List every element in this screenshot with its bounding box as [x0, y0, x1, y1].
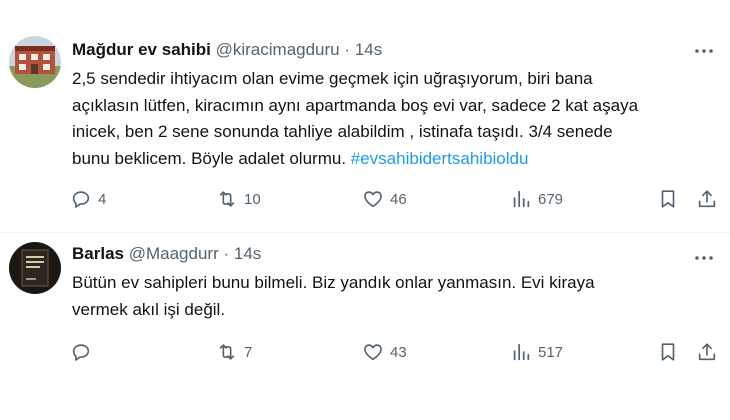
tweet-text-line: vermek akıl işi değil.: [72, 299, 226, 319]
retweet-button[interactable]: 10: [216, 186, 261, 212]
tweet-text-line: Bütün ev sahipleri bunu bilmeli. Biz yan…: [72, 273, 595, 292]
more-icon[interactable]: [692, 247, 716, 269]
retweet-icon: [216, 341, 238, 363]
tweet[interactable]: Barlas @Maagdurr · 14s Bütün ev sahipler…: [0, 233, 730, 420]
user-handle[interactable]: @kiracimagduru: [216, 40, 340, 59]
bookmark-button[interactable]: [657, 186, 679, 212]
share-button[interactable]: [696, 339, 718, 365]
tweet-text: Bütün ev sahipleri bunu bilmeli. Biz yan…: [72, 270, 595, 323]
tweet-text-line: bunu beklicem. Böyle adalet olurmu. #evs…: [72, 146, 638, 173]
tweet-actions: 4 10 46 679: [70, 186, 720, 212]
timestamp[interactable]: 14s: [355, 40, 382, 59]
retweet-count: 10: [244, 190, 261, 208]
bookmark-icon: [657, 341, 679, 363]
reply-icon: [70, 341, 92, 363]
view-count: 517: [538, 343, 564, 361]
tweet-text: 2,5 sendedir ihtiyacım olan evime geçmek…: [72, 66, 638, 172]
tweet-text-line: açıklasın lütfen, kiracımın aynı apartma…: [72, 95, 639, 115]
views-button[interactable]: 517: [510, 339, 563, 365]
share-icon: [696, 188, 718, 210]
tweet[interactable]: Mağdur ev sahibi @kiracimagduru · 14s 2,…: [0, 0, 730, 233]
tweet-header: Barlas @Maagdurr · 14s: [72, 244, 261, 266]
display-name[interactable]: Barlas: [72, 244, 124, 263]
share-button[interactable]: [696, 186, 718, 212]
avatar[interactable]: [9, 36, 61, 88]
more-icon[interactable]: [692, 40, 716, 62]
view-count: 679: [538, 190, 564, 208]
tweet-header: Mağdur ev sahibi @kiracimagduru · 14s: [72, 40, 382, 62]
retweet-count: 7: [244, 343, 253, 361]
tweet-text-line: 2,5 sendedir ihtiyacım olan evime geçmek…: [72, 69, 593, 88]
share-icon: [696, 341, 718, 363]
avatar[interactable]: [9, 242, 61, 294]
tweet-text-segment: bunu beklicem. Böyle adalet olurmu.: [72, 148, 351, 168]
like-button[interactable]: 46: [362, 186, 407, 212]
tweet-text-line: inicek, ben 2 sene sonunda tahliye alabi…: [72, 122, 613, 141]
retweet-button[interactable]: 7: [216, 339, 252, 365]
separator-dot: ·: [223, 244, 230, 263]
tweet-actions: 7 43 517: [70, 339, 720, 365]
reply-icon: [70, 188, 92, 210]
like-button[interactable]: 43: [362, 339, 407, 365]
reply-count: 4: [98, 190, 107, 208]
timestamp[interactable]: 14s: [234, 244, 261, 263]
views-button[interactable]: 679: [510, 186, 563, 212]
reply-button[interactable]: 4: [70, 186, 106, 212]
retweet-icon: [216, 188, 238, 210]
heart-icon: [362, 341, 384, 363]
like-count: 43: [390, 343, 407, 361]
bookmark-icon: [657, 188, 679, 210]
views-chart-icon: [510, 341, 532, 363]
bookmark-button[interactable]: [657, 339, 679, 365]
like-count: 46: [390, 190, 407, 208]
display-name[interactable]: Mağdur ev sahibi: [72, 40, 211, 59]
views-chart-icon: [510, 188, 532, 210]
separator-dot: ·: [344, 40, 351, 59]
hashtag-link[interactable]: #evsahibidertsahibioldu: [351, 149, 529, 168]
user-handle[interactable]: @Maagdurr: [129, 244, 219, 263]
reply-button[interactable]: [70, 339, 98, 365]
heart-icon: [362, 188, 384, 210]
